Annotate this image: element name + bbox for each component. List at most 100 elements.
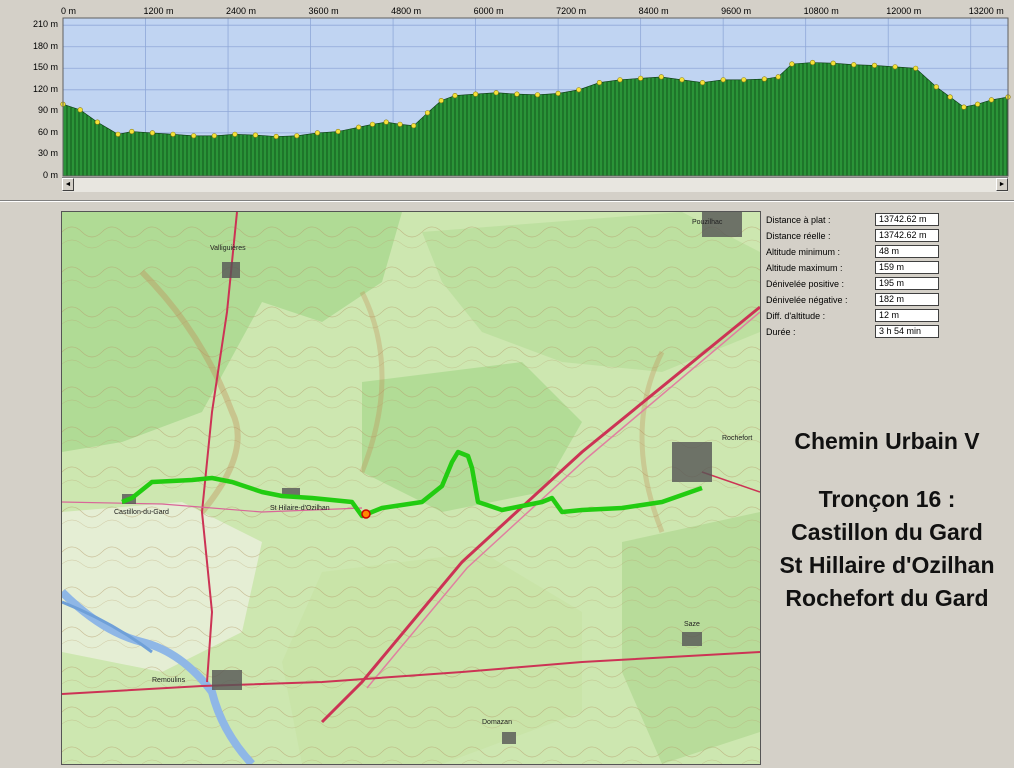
elevation-point bbox=[473, 91, 479, 97]
elevation-point bbox=[170, 131, 176, 137]
stat-value: 13742.62 m bbox=[875, 213, 939, 226]
stat-value: 48 m bbox=[875, 245, 939, 258]
stat-value: 195 m bbox=[875, 277, 939, 290]
svg-text:Domazan: Domazan bbox=[482, 719, 512, 726]
elevation-point bbox=[191, 133, 197, 139]
elevation-point bbox=[761, 76, 768, 82]
stat-label: Dénivelée positive : bbox=[766, 279, 845, 289]
y-tick-label: 30 m bbox=[37, 148, 58, 159]
elevation-point bbox=[596, 79, 603, 86]
elevation-point bbox=[335, 128, 341, 135]
town-end: Rochefort du Gard bbox=[785, 585, 989, 611]
y-tick-label: 60 m bbox=[37, 126, 58, 137]
elevation-point bbox=[356, 124, 362, 130]
stat-label: Distance réelle : bbox=[766, 231, 831, 241]
elevation-point bbox=[741, 77, 747, 83]
stat-label: Dénivelée négative : bbox=[766, 295, 848, 305]
elevation-point bbox=[961, 104, 967, 110]
stat-label: Altitude maximum : bbox=[766, 263, 843, 273]
elevation-point bbox=[789, 61, 795, 67]
elevation-point bbox=[211, 133, 217, 139]
elevation-point bbox=[830, 60, 836, 66]
topographic-map[interactable]: Castillon-du-Gard St Hilaire-d'Ozilhan R… bbox=[61, 211, 761, 765]
stat-real-distance: Distance réelle : 13742.62 m bbox=[764, 228, 954, 244]
stat-altitude-diff: Diff. d'altitude : 12 m bbox=[764, 308, 954, 324]
elevation-point bbox=[252, 132, 259, 138]
y-tick-label: 150 m bbox=[32, 62, 58, 73]
profile-scrollbar[interactable]: ◄ ► bbox=[62, 177, 1008, 192]
elevation-point bbox=[933, 84, 939, 90]
elevation-point bbox=[892, 64, 898, 70]
x-tick-label: 8400 m bbox=[638, 6, 669, 16]
stat-min-altitude: Altitude minimum : 48 m bbox=[764, 244, 954, 260]
elevation-point bbox=[232, 131, 238, 137]
elevation-point bbox=[493, 90, 499, 96]
y-tick-label: 120 m bbox=[32, 83, 58, 94]
svg-text:Saze: Saze bbox=[684, 621, 700, 628]
elevation-point bbox=[699, 79, 706, 86]
elevation-point bbox=[438, 97, 444, 104]
stat-label: Altitude minimum : bbox=[766, 247, 841, 257]
x-tick-label: 1200 m bbox=[143, 6, 174, 16]
elevation-point bbox=[411, 123, 417, 129]
panel-separator bbox=[0, 200, 1014, 202]
x-tick-label: 0 m bbox=[61, 6, 77, 16]
town-middle: St Hillaire d'Ozilhan bbox=[779, 552, 995, 578]
elevation-point bbox=[397, 121, 403, 127]
route-title-block: Chemin Urbain V Tronçon 16 : Castillon d… bbox=[760, 425, 1014, 615]
arrow-left-icon[interactable]: ◄ bbox=[62, 178, 74, 191]
elevation-point bbox=[851, 62, 857, 68]
stat-label: Distance à plat : bbox=[766, 215, 831, 225]
elevation-point bbox=[273, 133, 279, 140]
stat-value: 3 h 54 min bbox=[875, 325, 939, 338]
elevation-point bbox=[988, 97, 995, 103]
route-marker bbox=[361, 509, 371, 519]
elevation-point bbox=[637, 75, 644, 81]
elevation-point bbox=[94, 119, 100, 125]
elevation-point bbox=[129, 128, 135, 135]
elevation-point bbox=[294, 133, 300, 139]
elevation-point bbox=[115, 131, 121, 137]
stat-max-altitude: Altitude maximum : 159 m bbox=[764, 260, 954, 276]
svg-text:Castillon-du-Gard: Castillon-du-Gard bbox=[114, 509, 169, 516]
svg-text:Valliguières: Valliguières bbox=[210, 245, 246, 252]
elevation-point bbox=[974, 101, 981, 107]
stat-duration: Durée : 3 h 54 min bbox=[764, 324, 954, 340]
section-title: Tronçon 16 : bbox=[818, 486, 956, 512]
svg-text:Pouzilhac: Pouzilhac bbox=[692, 219, 723, 226]
y-tick-label: 0 m bbox=[42, 170, 58, 180]
elevation-point bbox=[679, 77, 685, 83]
x-tick-label: 3600 m bbox=[308, 6, 339, 16]
stat-negative-elevation: Dénivelée négative : 182 m bbox=[764, 292, 954, 308]
y-tick-label: 210 m bbox=[32, 19, 58, 30]
svg-text:Remoulins: Remoulins bbox=[152, 677, 186, 684]
stat-value: 159 m bbox=[875, 261, 939, 274]
elevation-point bbox=[809, 59, 816, 66]
stat-value: 12 m bbox=[875, 309, 939, 322]
elevation-point bbox=[555, 90, 561, 96]
elevation-point bbox=[913, 65, 919, 71]
elevation-point bbox=[947, 94, 953, 100]
elevation-point bbox=[452, 92, 458, 99]
elevation-point bbox=[514, 91, 520, 97]
elevation-point bbox=[534, 92, 541, 98]
elevation-point bbox=[314, 130, 321, 136]
x-tick-label: 9600 m bbox=[721, 6, 752, 16]
stat-label: Durée : bbox=[766, 327, 796, 337]
elevation-chart bbox=[60, 17, 1011, 177]
map-canvas: Castillon-du-Gard St Hilaire-d'Ozilhan R… bbox=[62, 212, 760, 764]
elevation-profile-panel: 0 m 1200 m 2400 m 3600 m 4800 m 6000 m 7200 m 8… bbox=[0, 0, 1014, 196]
elevation-point bbox=[383, 119, 389, 125]
arrow-right-icon[interactable]: ► bbox=[996, 178, 1008, 191]
elevation-point bbox=[720, 77, 726, 83]
x-tick-label: 12000 m bbox=[886, 6, 922, 16]
elevation-point bbox=[658, 74, 664, 80]
elevation-point bbox=[576, 87, 582, 93]
y-tick-label: 90 m bbox=[37, 105, 58, 116]
elevation-point bbox=[149, 130, 155, 136]
stat-positive-elevation: Dénivelée positive : 195 m bbox=[764, 276, 954, 292]
elevation-point bbox=[775, 74, 781, 80]
elevation-point bbox=[424, 110, 431, 116]
elevation-point bbox=[369, 121, 376, 127]
elevation-point bbox=[77, 107, 83, 113]
